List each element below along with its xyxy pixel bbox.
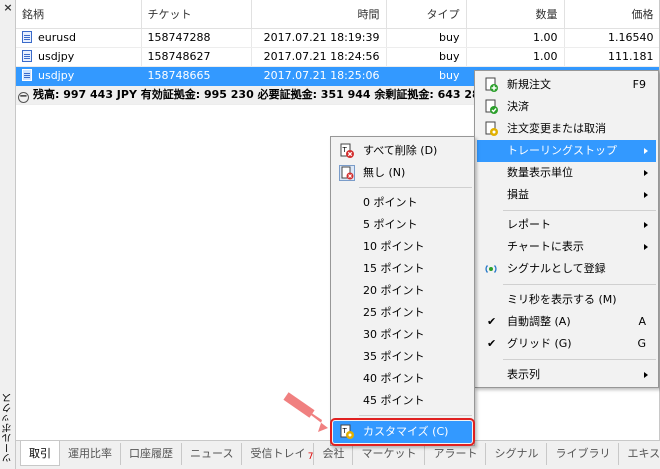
menu-separator: [359, 187, 472, 188]
menu-item-auto-arrange[interactable]: ✔ 自動調整 (A) A: [477, 311, 656, 333]
table-header: 銘柄 チケット 時間 タイプ 数量 価格: [16, 0, 659, 29]
tab-mailbox[interactable]: 受信トレイ 7: [242, 443, 315, 465]
menu-separator: [503, 284, 656, 285]
submenu-arrow-icon: [644, 244, 648, 250]
submenu-arrow-icon: [644, 148, 648, 154]
submenu-item-points-35[interactable]: 35 ポイント: [333, 346, 472, 368]
submenu-item-points-45[interactable]: 45 ポイント: [333, 390, 472, 412]
tab-account-history[interactable]: 口座履歴: [121, 443, 182, 465]
order-icon: [22, 69, 32, 81]
cell-price: 111.181: [564, 47, 659, 67]
order-icon: [22, 50, 32, 62]
signal-icon: [485, 265, 497, 273]
menu-item-grid[interactable]: ✔ グリッド (G) G: [477, 333, 656, 355]
cell-symbol: eurusd: [38, 31, 76, 44]
menu-item-register-signal[interactable]: シグナルとして登録: [477, 258, 656, 280]
customize-icon: T: [340, 424, 354, 439]
menu-separator: [503, 210, 656, 211]
menu-item-modify-order[interactable]: 注文変更または取消: [477, 118, 656, 140]
toolbox-label: ツールボックス: [3, 393, 14, 463]
submenu-item-points-10[interactable]: 10 ポイント: [333, 236, 472, 258]
annotation-arrow-icon: [283, 392, 328, 432]
submenu-item-none[interactable]: 無し (N): [333, 162, 472, 184]
cell-volume: 1.00: [466, 28, 565, 48]
menu-item-report[interactable]: レポート: [477, 214, 656, 236]
submenu-item-delete-all[interactable]: T すべて削除 (D): [333, 140, 472, 162]
close-icon[interactable]: ×: [2, 2, 14, 14]
menu-item-columns[interactable]: 表示列: [477, 364, 656, 386]
table-row[interactable]: eurusd 158747288 2017.07.21 18:19:39 buy…: [16, 28, 659, 48]
cell-time: 2017.07.21 18:24:56: [251, 47, 387, 67]
context-menu: 新規注文 F9 決済 注文変更または取消 トレーリングストップ 数量表示単位 損益…: [474, 70, 659, 388]
tab-market[interactable]: マーケット: [353, 443, 426, 465]
submenu-item-points-25[interactable]: 25 ポイント: [333, 302, 472, 324]
submenu-arrow-icon: [644, 372, 648, 378]
menu-item-new-order[interactable]: 新規注文 F9: [477, 74, 656, 96]
check-icon: ✔: [487, 315, 497, 328]
none-icon: [339, 165, 355, 181]
cell-ticket: 158748627: [141, 47, 252, 67]
menu-item-show-on-chart[interactable]: チャートに表示: [477, 236, 656, 258]
submenu-item-points-0[interactable]: 0 ポイント: [333, 192, 472, 214]
submenu-item-points-20[interactable]: 20 ポイント: [333, 280, 472, 302]
close-position-icon: [485, 99, 498, 114]
cell-time: 2017.07.21 18:25:06: [251, 66, 387, 86]
tab-trade[interactable]: 取引: [20, 441, 60, 466]
tab-news[interactable]: ニュース: [182, 443, 243, 465]
tab-company[interactable]: 会社: [314, 443, 354, 465]
col-volume[interactable]: 数量: [466, 0, 565, 29]
submenu-item-points-40[interactable]: 40 ポイント: [333, 368, 472, 390]
cell-symbol: usdjpy: [38, 50, 75, 63]
new-order-icon: [485, 77, 498, 92]
menu-separator: [503, 359, 656, 360]
cell-type: buy: [386, 28, 467, 48]
submenu-item-points-15[interactable]: 15 ポイント: [333, 258, 472, 280]
order-icon: [22, 31, 32, 43]
cell-time: 2017.07.21 18:19:39: [251, 28, 387, 48]
col-ticket[interactable]: チケット: [141, 0, 252, 29]
col-type[interactable]: タイプ: [386, 0, 467, 29]
table-row[interactable]: usdjpy 158748627 2017.07.21 18:24:56 buy…: [16, 47, 659, 67]
delete-all-icon: T: [340, 143, 354, 158]
tab-library[interactable]: ライブラリ: [547, 443, 620, 465]
tab-alerts[interactable]: アラート: [425, 443, 487, 465]
cell-type: buy: [386, 66, 467, 86]
tab-signals[interactable]: シグナル: [486, 443, 548, 465]
trailing-stop-submenu: T すべて削除 (D) 無し (N) 0 ポイント 5 ポイント 10 ポイント…: [330, 136, 475, 446]
cell-volume: 1.00: [466, 47, 565, 67]
submenu-item-points-30[interactable]: 30 ポイント: [333, 324, 472, 346]
cell-price: 1.16540: [564, 28, 659, 48]
tab-exposure[interactable]: 運用比率: [60, 443, 121, 465]
submenu-arrow-icon: [644, 222, 648, 228]
balance-text: 残高: 997 443 JPY 有効証拠金: 995 230 必要証拠金: 35…: [33, 88, 480, 101]
tab-mailbox-label: 受信トレイ: [250, 447, 306, 460]
toolbox-sidebar: × ツールボックス: [0, 0, 16, 469]
col-time[interactable]: 時間: [251, 0, 387, 29]
menu-item-close-position[interactable]: 決済: [477, 96, 656, 118]
col-price[interactable]: 価格: [564, 0, 659, 29]
cell-symbol: usdjpy: [38, 69, 75, 82]
menu-item-profit[interactable]: 損益: [477, 184, 656, 206]
col-symbol[interactable]: 銘柄: [16, 0, 142, 29]
menu-item-show-ms[interactable]: ミリ秒を表示する (M): [477, 289, 656, 311]
menu-item-volume-units[interactable]: 数量表示単位: [477, 162, 656, 184]
cell-ticket: 158747288: [141, 28, 252, 48]
submenu-arrow-icon: [644, 170, 648, 176]
cell-type: buy: [386, 47, 467, 67]
modify-order-icon: [485, 121, 498, 136]
collapse-icon[interactable]: −: [18, 92, 29, 103]
mailbox-badge: 7: [307, 452, 314, 462]
check-icon: ✔: [487, 337, 497, 350]
menu-item-trailing-stop[interactable]: トレーリングストップ: [477, 140, 656, 162]
submenu-item-points-5[interactable]: 5 ポイント: [333, 214, 472, 236]
submenu-arrow-icon: [644, 192, 648, 198]
submenu-item-customize[interactable]: T カスタマイズ (C): [330, 418, 475, 446]
tab-experts[interactable]: エキスパー: [619, 443, 660, 465]
menu-separator: [359, 415, 472, 416]
cell-ticket: 158748665: [141, 66, 252, 86]
